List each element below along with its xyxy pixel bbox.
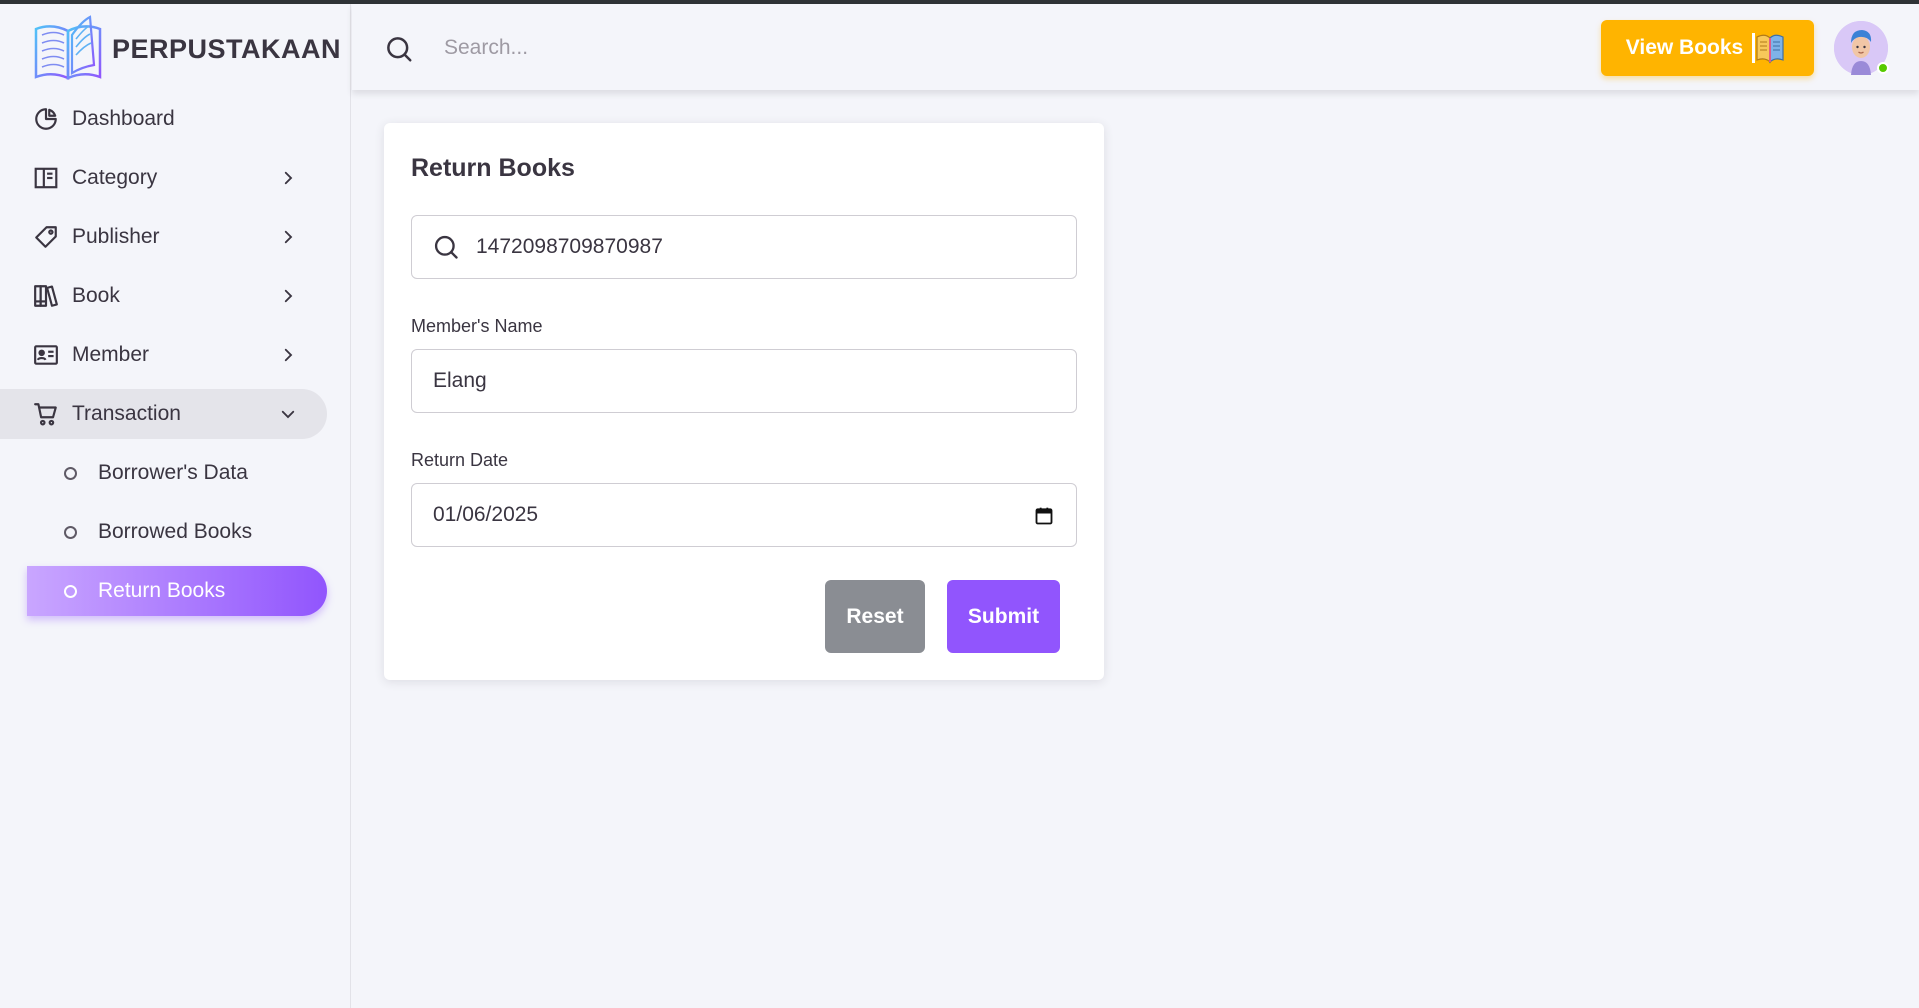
card-title: Return Books <box>411 154 575 182</box>
view-books-button[interactable]: View Books <box>1601 20 1814 76</box>
chevron-down-icon <box>276 402 300 426</box>
cart-icon <box>32 400 60 428</box>
chevron-right-icon <box>276 343 300 367</box>
sidebar-item-publisher[interactable]: Publisher <box>0 212 327 262</box>
return-books-card: Return Books 1472098709870987 Member's N… <box>384 123 1104 680</box>
view-books-label: View Books <box>1625 36 1744 59</box>
sidebar-item-category[interactable]: Category <box>0 153 327 203</box>
chevron-right-icon <box>276 225 300 249</box>
member-name-value: Elang <box>433 369 487 392</box>
sidebar-subitem-label: Return Books <box>98 579 226 602</box>
search-input[interactable] <box>444 30 944 66</box>
sidebar-item-transaction[interactable]: Transaction <box>0 389 327 439</box>
brand[interactable]: PERPUSTAKAAN <box>32 15 341 83</box>
id-card-icon <box>32 341 60 369</box>
circle-bullet-icon <box>64 466 77 480</box>
book-code-search-field[interactable]: 1472098709870987 <box>411 215 1077 279</box>
book-code-value: 1472098709870987 <box>476 235 663 258</box>
books-icon <box>32 282 60 310</box>
member-name-field[interactable]: Elang <box>411 349 1077 413</box>
member-name-label: Member's Name <box>411 316 543 336</box>
reset-button[interactable]: Reset <box>825 580 925 653</box>
pie-chart-icon <box>32 105 60 133</box>
open-book-logo-icon <box>34 15 102 80</box>
sidebar-subitem-borrowers-data[interactable]: Borrower's Data <box>0 448 327 498</box>
user-avatar[interactable] <box>1834 21 1889 75</box>
sidebar-subitem-return-books[interactable]: Return Books <box>27 566 327 616</box>
sidebar-nav: Dashboard Category Publisher Book Member… <box>0 94 351 625</box>
return-date-label: Return Date <box>411 450 509 470</box>
search-icon[interactable] <box>384 34 414 64</box>
calendar-icon[interactable] <box>1034 506 1054 526</box>
sidebar-item-label: Category <box>72 166 158 189</box>
chevron-right-icon <box>276 284 300 308</box>
circle-bullet-icon <box>64 584 77 598</box>
return-date-value: 01/06/2025 <box>433 503 539 526</box>
open-book-icon <box>1752 33 1784 64</box>
sidebar-subitem-label: Borrowed Books <box>98 520 253 543</box>
sidebar-subitem-borrowed-books[interactable]: Borrowed Books <box>0 507 327 557</box>
sidebar-item-member[interactable]: Member <box>0 330 327 380</box>
layout-icon <box>32 164 60 192</box>
sidebar-item-label: Book <box>72 284 120 307</box>
sidebar-item-book[interactable]: Book <box>0 271 327 321</box>
top-bar: View Books <box>352 4 1919 90</box>
sidebar-subitem-label: Borrower's Data <box>98 461 248 484</box>
return-date-field[interactable]: 01/06/2025 <box>411 483 1077 547</box>
online-status-dot <box>1877 62 1889 74</box>
submit-button[interactable]: Submit <box>947 580 1060 653</box>
sidebar-item-dashboard[interactable]: Dashboard <box>0 94 327 144</box>
chevron-right-icon <box>276 166 300 190</box>
sidebar-item-label: Member <box>72 343 150 366</box>
circle-bullet-icon <box>64 525 77 539</box>
tag-icon <box>32 223 60 251</box>
sidebar: PERPUSTAKAAN Dashboard Category Publishe… <box>0 4 351 1008</box>
brand-name: PERPUSTAKAAN <box>112 33 342 64</box>
sidebar-item-label: Dashboard <box>72 107 175 130</box>
sidebar-item-label: Publisher <box>72 225 160 248</box>
search-icon <box>434 235 458 259</box>
sidebar-item-label: Transaction <box>72 402 181 425</box>
